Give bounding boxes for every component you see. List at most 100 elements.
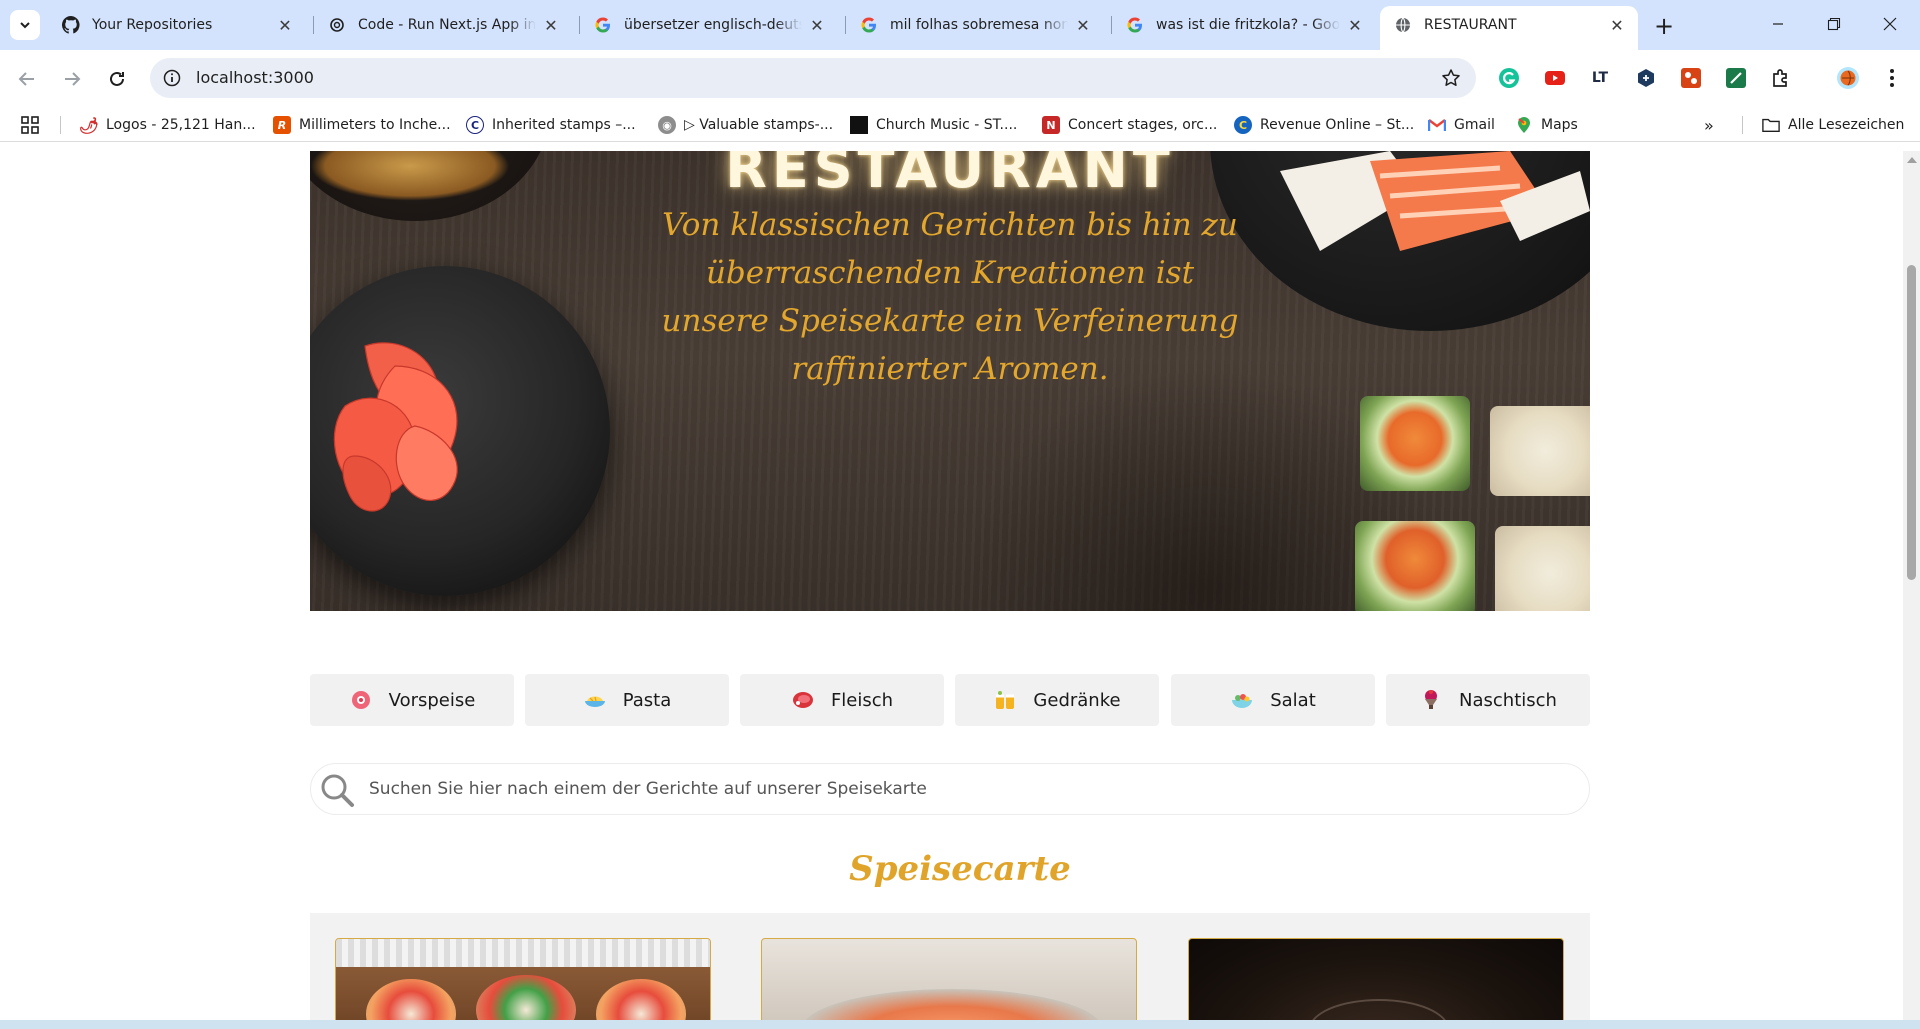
folder-icon [1762,116,1780,134]
pen-extension-icon[interactable] [1722,64,1750,92]
puzzle-extensions-icon[interactable] [1767,64,1795,92]
close-tab-icon[interactable]: ✕ [542,16,560,35]
forward-button[interactable] [55,62,89,96]
dessert-icon [1419,688,1443,712]
shield-extension-icon[interactable] [1632,64,1660,92]
sushi-roll-image [1355,521,1475,611]
more-bookmarks-button[interactable]: » [1704,114,1714,136]
close-tab-icon[interactable]: ✕ [808,16,826,35]
category-gedraenke[interactable]: Gedränke [955,674,1159,726]
red-grid-extension-icon[interactable] [1677,64,1705,92]
stamp-icon: C [466,116,484,134]
restore-icon [1827,17,1841,31]
bookmark-inherited-stamps[interactable]: C Inherited stamps –... [466,114,636,136]
close-tab-icon[interactable]: ✕ [276,16,294,35]
apps-grid-button[interactable] [20,114,40,136]
reload-icon [110,71,124,86]
scroll-up-icon[interactable] [1907,157,1917,163]
chili-icon: 🌶 [78,115,100,135]
bookmark-logos[interactable]: 🌶 Logos - 25,121 Han... [78,114,256,136]
google-icon [594,16,612,34]
bookmarks-bar: 🌶 Logos - 25,121 Han... R Millimeters to I… [0,108,1920,142]
address-bar[interactable]: localhost:3000 [150,58,1476,98]
google-icon [860,16,878,34]
dish-search-box[interactable]: Suchen Sie hier nach einem der Gerichte … [310,763,1590,815]
menu-heading: Speisecarte [849,849,1071,889]
tab-title: was ist die fritzkola? - Google [1156,17,1340,33]
tab-code-run-nextjs[interactable]: Code - Run Next.js App in VS Code ✕ [314,6,572,44]
gear-icon: ◉ [658,116,676,134]
window-bottom-edge [0,1020,1920,1029]
close-window-button[interactable] [1862,0,1918,48]
bookmark-valuable-stamps[interactable]: ◉ ▷ Valuable stamps-... [658,114,833,136]
ginger-plate-image [310,266,610,596]
kebab-menu-icon[interactable] [1878,64,1906,92]
arrow-left-icon [18,72,34,86]
search-input[interactable]: Suchen Sie hier nach einem der Gerichte … [369,779,927,799]
tab-title: Code - Run Next.js App in VS Code [358,17,536,33]
plus-icon: + [1653,12,1675,40]
tab-uebersetzer[interactable]: übersetzer englisch-deutsch ✕ [580,6,838,44]
close-icon [1883,17,1897,31]
bookmark-millimeters[interactable]: R Millimeters to Inche... [273,114,451,136]
bookmark-star-icon[interactable] [1440,67,1462,89]
dish-card[interactable] [761,938,1137,1020]
all-bookmarks-folder[interactable]: Alle Lesezeichen [1762,114,1904,136]
languagetool-extension-icon[interactable]: LT [1586,64,1614,92]
n-icon: N [1042,116,1060,134]
tab-fritzkola[interactable]: was ist die fritzkola? - Google ✕ [1112,6,1376,44]
tab-strip: Your Repositories ✕ Code - Run Next.js A… [0,0,1920,50]
page-viewport: RESTAURANT Von klassischen Gerichten bis… [0,151,1920,1020]
tab-restaurant[interactable]: RESTAURANT ✕ [1380,6,1638,50]
dish-card[interactable] [1188,938,1564,1020]
bookmark-gmail[interactable]: Gmail [1428,114,1495,136]
tab-your-repositories[interactable]: Your Repositories ✕ [48,6,306,44]
bookmark-concert-stages[interactable]: N Concert stages, orc... [1042,114,1217,136]
chevron-down-icon [20,22,30,29]
sushi-roll-image [1490,406,1590,496]
pasta-icon [583,688,607,712]
grammarly-extension-icon[interactable] [1495,64,1523,92]
restore-button[interactable] [1806,0,1862,48]
new-tab-button[interactable]: + [1650,12,1678,40]
hero-banner: RESTAURANT Von klassischen Gerichten bis… [310,151,1590,611]
colorado-icon: C [1234,116,1252,134]
bookmark-church-music[interactable]: Church Music - ST.... [850,114,1017,136]
close-tab-icon[interactable]: ✕ [1346,16,1364,35]
url-text[interactable]: localhost:3000 [196,68,314,87]
bookmark-maps[interactable]: Maps [1515,114,1578,136]
scrollbar-thumb[interactable] [1907,265,1916,580]
tab-mil-folhas[interactable]: mil folhas sobremesa nome ✕ [846,6,1104,44]
category-vorspeise[interactable]: Vorspeise [310,674,514,726]
bookmark-revenue-online[interactable]: C Revenue Online – St... [1234,114,1414,136]
profile-avatar[interactable] [1834,64,1862,92]
hero-tagline: Von klassischen Gerichten bis hin zu übe… [661,207,1239,387]
close-tab-icon[interactable]: ✕ [1074,16,1092,35]
category-fleisch[interactable]: Fleisch [740,674,944,726]
black-square-icon [850,116,868,134]
search-icon [321,774,354,807]
browser-toolbar: localhost:3000 LT [0,50,1920,108]
tab-search-button[interactable] [10,10,40,40]
category-salat[interactable]: Salat [1171,674,1375,726]
appetizer-icon [349,688,373,712]
category-naschtisch[interactable]: Naschtisch [1386,674,1590,726]
salad-icon [1230,688,1254,712]
sushi-roll-image [1495,526,1590,611]
meat-icon [791,688,815,712]
page-scrollbar[interactable] [1903,151,1920,1020]
site-info-icon[interactable] [162,68,182,88]
gmail-icon [1428,116,1446,134]
globe-icon [1394,16,1412,34]
sushi-roll-image [1360,396,1470,491]
reload-button[interactable] [100,62,134,96]
category-pasta[interactable]: Pasta [525,674,729,726]
github-icon [62,16,80,34]
tab-title: RESTAURANT [1424,17,1517,33]
dish-card[interactable] [335,938,711,1020]
back-button[interactable] [10,62,44,96]
minimize-button[interactable] [1750,0,1806,48]
close-tab-icon[interactable]: ✕ [1608,16,1626,35]
youtube-extension-icon[interactable] [1541,64,1569,92]
chatgpt-icon [328,16,346,34]
